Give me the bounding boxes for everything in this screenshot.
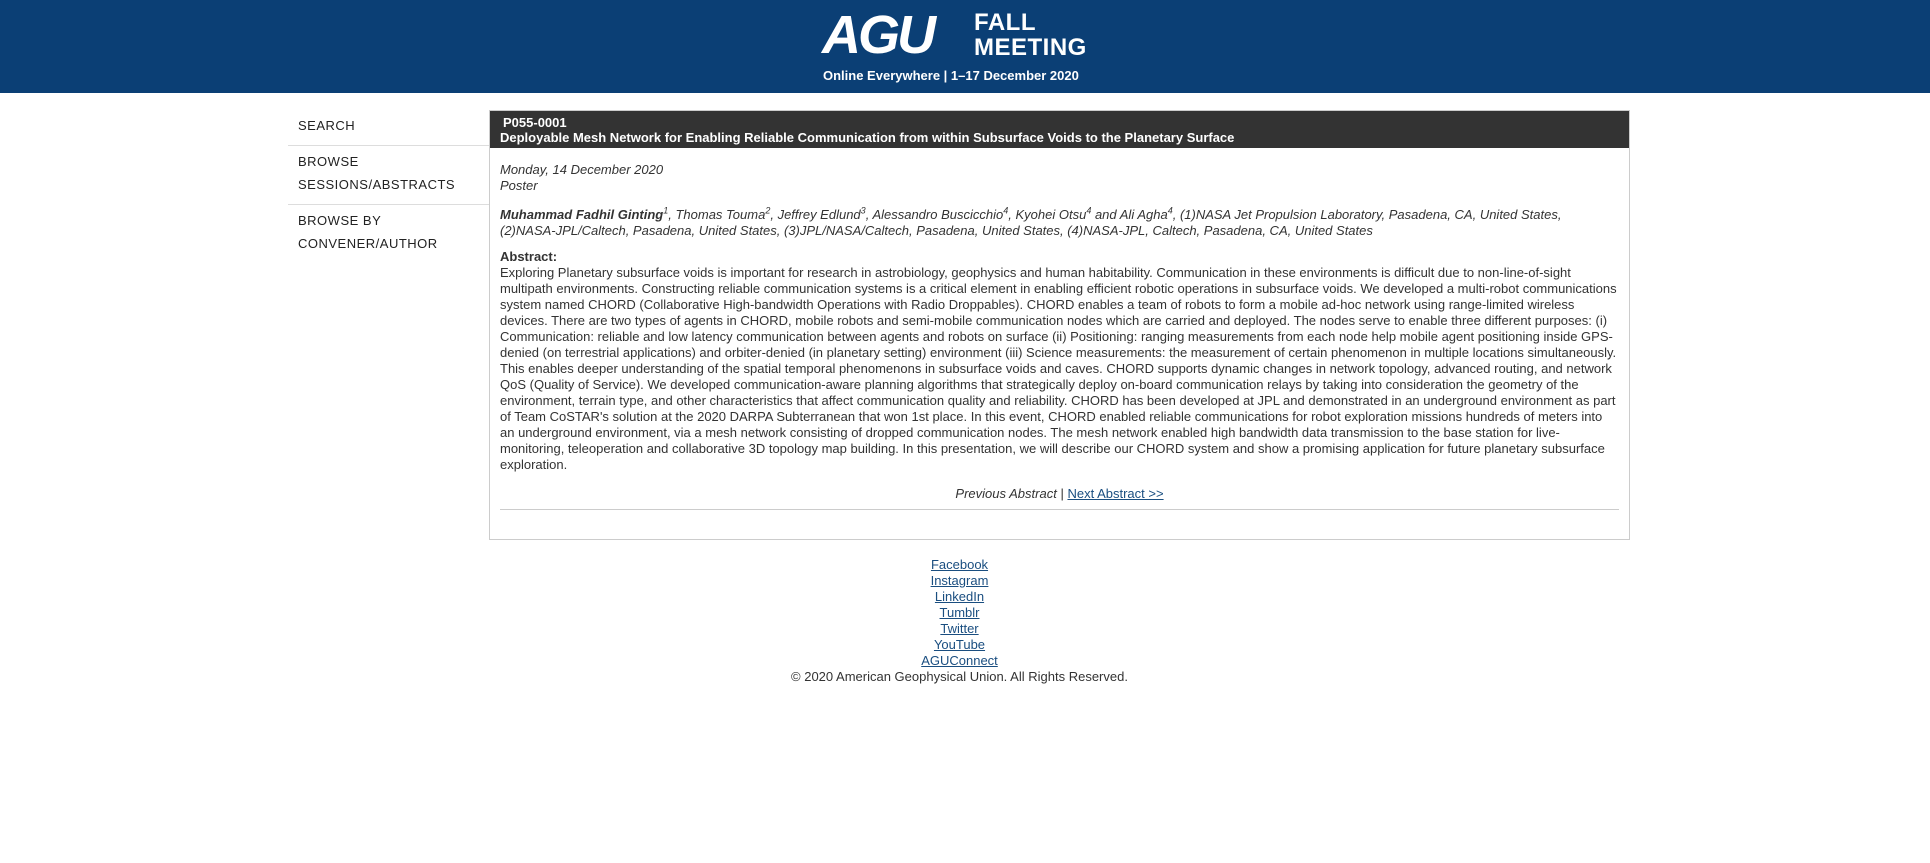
author-name: Kyohei Otsu (1015, 207, 1087, 222)
author-affil-sup: 4 (1086, 205, 1092, 216)
sidebar-item-browse-sessions[interactable]: BROWSE SESSIONS/ABSTRACTS (288, 146, 489, 205)
sidebar-item-label: BROWSE (298, 154, 359, 169)
author-name: Jeffrey Edlund (777, 207, 861, 222)
aguconnect-link[interactable]: AGUConnect (921, 653, 998, 669)
author-name: Muhammad Fadhil Ginting (500, 207, 664, 222)
author-name: Thomas Touma (675, 207, 766, 222)
author-affil-sup: 3 (860, 205, 866, 216)
sidebar-item-label: SESSIONS/ABSTRACTS (298, 177, 456, 192)
abstract-panel: P055-0001 Deployable Mesh Network for En… (489, 110, 1630, 540)
nav-separator: | (1060, 486, 1064, 501)
abstract-code: P055-0001 (503, 115, 567, 130)
author-affil-sup: 2 (765, 205, 771, 216)
sidebar-item-browse-convener[interactable]: BROWSE BY CONVENER/AUTHOR (288, 205, 489, 263)
copyright-notice: © 2020 American Geophysical Union. All R… (791, 669, 1128, 684)
abstract-navigation: Previous Abstract | Next Abstract >> (500, 486, 1619, 510)
twitter-link[interactable]: Twitter (940, 621, 978, 637)
session-date: Monday, 14 December 2020 (500, 162, 664, 177)
sidebar-item-label: CONVENER/AUTHOR (298, 236, 438, 251)
site-footer: Facebook Instagram LinkedIn Tumblr Twitt… (0, 557, 1919, 685)
sidebar-item-label: BROWSE BY (298, 213, 382, 228)
abstract-title-bar: P055-0001 Deployable Mesh Network for En… (490, 111, 1629, 148)
abstract-content: Monday, 14 December 2020 Poster Muhammad… (490, 148, 1629, 510)
sidebar-item-search[interactable]: SEARCH (288, 110, 489, 146)
logo-tagline: Online Everywhere | 1–17 December 2020 (823, 68, 1079, 83)
youtube-link[interactable]: YouTube (934, 637, 985, 653)
author-name: Ali Agha (1119, 207, 1168, 222)
sidebar-nav: SEARCH BROWSE SESSIONS/ABSTRACTS BROWSE … (288, 110, 489, 263)
site-header: AGU FALL MEETING Online Everywhere | 1–1… (0, 0, 1930, 93)
logo-meeting-text: MEETING (974, 34, 1087, 61)
previous-abstract-label: Previous Abstract (955, 486, 1057, 501)
sidebar-item-label: SEARCH (298, 118, 356, 133)
logo-agu-text: AGU (822, 5, 936, 65)
next-abstract-link[interactable]: Next Abstract >> (1067, 486, 1163, 501)
abstract-body: Exploring Planetary subsurface voids is … (500, 265, 1617, 472)
linkedin-link[interactable]: LinkedIn (935, 589, 984, 605)
author-list: Muhammad Fadhil Ginting1, Thomas Touma2,… (500, 205, 1562, 238)
agu-fall-meeting-logo[interactable]: AGU FALL MEETING Online Everywhere | 1–1… (822, 5, 1092, 86)
author-affil-sup: 4 (1003, 205, 1009, 216)
author-name: Alessandro Buscicchio (872, 207, 1004, 222)
abstract-label: Abstract: (500, 249, 558, 264)
facebook-link[interactable]: Facebook (931, 557, 988, 573)
abstract-title: Deployable Mesh Network for Enabling Rel… (500, 130, 1235, 145)
presentation-type: Poster (500, 178, 538, 193)
instagram-link[interactable]: Instagram (931, 573, 989, 589)
tumblr-link[interactable]: Tumblr (940, 605, 980, 621)
logo-fall-text: FALL (974, 9, 1036, 36)
author-affil-sup: 1 (663, 205, 669, 216)
